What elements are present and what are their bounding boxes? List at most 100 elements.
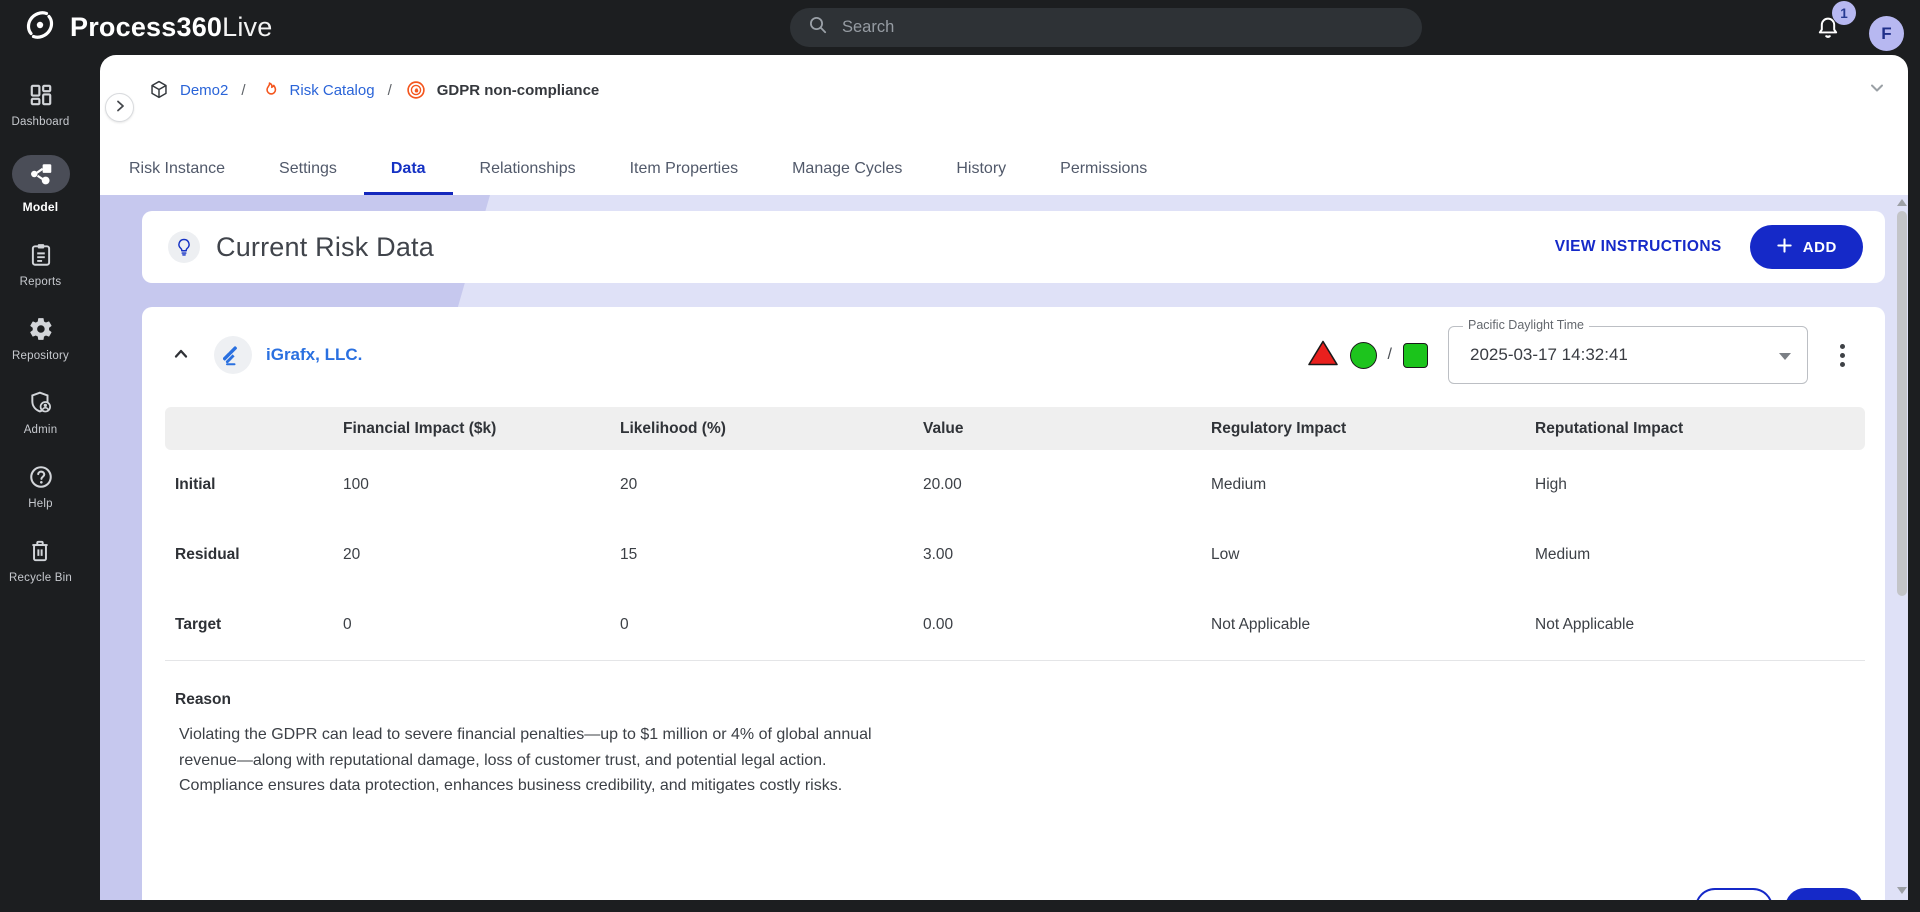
chevron-down-icon: [1868, 85, 1886, 100]
risk-instance-target-icon: [405, 79, 427, 101]
tab-item-properties[interactable]: Item Properties: [603, 143, 765, 195]
reports-icon: [12, 241, 70, 269]
sidebar-item-label: Repository: [12, 350, 69, 362]
cell-regulatory: Medium: [1211, 476, 1535, 494]
add-button-label: ADD: [1803, 239, 1837, 256]
column-header-likelihood: Likelihood (%): [620, 420, 923, 438]
cell-value: 3.00: [923, 546, 1211, 564]
sidebar-item-label: Dashboard: [11, 116, 69, 128]
risk-indicators: /: [1307, 339, 1428, 372]
tab-bar: Risk Instance Settings Data Relationship…: [102, 143, 1174, 195]
scroll-up-arrow-icon[interactable]: [1897, 199, 1907, 206]
secondary-button-partial[interactable]: [1695, 888, 1773, 900]
cell-regulatory: Low: [1211, 546, 1535, 564]
risk-catalog-flame-icon: [259, 80, 280, 101]
brand-text-light: Live: [222, 12, 272, 42]
dropdown-caret-icon: [1779, 353, 1791, 360]
cell-reputational: Medium: [1535, 546, 1865, 564]
sidebar-item-dashboard[interactable]: Dashboard: [11, 81, 69, 128]
table-row-target: Target 0 0 0.00 Not Applicable Not Appli…: [165, 590, 1865, 660]
sidebar-item-recycle-bin[interactable]: Recycle Bin: [9, 537, 72, 584]
notifications-button[interactable]: 1: [1806, 0, 1864, 55]
residual-risk-circle-icon: [1350, 342, 1377, 369]
collapse-header-button[interactable]: [1868, 79, 1886, 100]
risk-table: Financial Impact ($k) Likelihood (%) Val…: [165, 407, 1865, 660]
indicator-separator: /: [1388, 346, 1392, 364]
user-avatar[interactable]: F: [1869, 16, 1904, 51]
row-label: Initial: [165, 476, 343, 494]
sidebar-item-help[interactable]: Help: [12, 463, 70, 510]
sidebar-item-admin[interactable]: Admin: [12, 389, 70, 436]
sidebar: Dashboard Model Reports: [0, 55, 81, 912]
target-risk-square-icon: [1403, 343, 1428, 368]
cell-value: 20.00: [923, 476, 1211, 494]
tab-settings[interactable]: Settings: [252, 143, 364, 195]
cell-financial: 0: [343, 616, 620, 634]
company-link[interactable]: iGrafx, LLC.: [266, 345, 362, 365]
sidebar-item-model[interactable]: Model: [12, 155, 70, 214]
help-icon: [12, 463, 70, 491]
cell-likelihood: 20: [620, 476, 923, 494]
sidebar-item-label: Reports: [20, 276, 62, 288]
primary-button-partial[interactable]: [1785, 888, 1863, 900]
scrollbar-thumb[interactable]: [1897, 211, 1907, 596]
shield-user-icon: [12, 389, 70, 417]
risk-entry-card: iGrafx, LLC. / Pacific Daylight Time: [142, 307, 1885, 900]
tab-manage-cycles[interactable]: Manage Cycles: [765, 143, 929, 195]
brand-atom-icon: [22, 7, 58, 48]
tab-risk-instance[interactable]: Risk Instance: [102, 143, 252, 195]
vertical-scrollbar[interactable]: [1896, 195, 1908, 900]
repository-cube-icon: [148, 79, 170, 101]
cell-financial: 20: [343, 546, 620, 564]
title-actions: VIEW INSTRUCTIONS ADD: [1555, 225, 1863, 269]
tab-data[interactable]: Data: [364, 143, 453, 195]
sidebar-item-label: Help: [28, 498, 52, 510]
gavel-icon: [214, 336, 252, 374]
sidebar-item-label: Model: [23, 200, 59, 214]
risk-entry-header: iGrafx, LLC. / Pacific Daylight Time: [142, 307, 1885, 403]
timezone-label: Pacific Daylight Time: [1463, 318, 1589, 332]
plus-icon: [1776, 237, 1793, 258]
cell-financial: 100: [343, 476, 620, 494]
app-root: Process360Live Search 1 F: [0, 0, 1920, 912]
breadcrumb-item-demo2[interactable]: Demo2: [180, 82, 228, 99]
brand-text-bold: Process360: [70, 12, 222, 42]
sidebar-item-repository[interactable]: Repository: [12, 315, 70, 362]
gear-icon: [12, 315, 70, 343]
search-input[interactable]: Search: [790, 8, 1422, 47]
kebab-dot: [1840, 362, 1845, 367]
chevron-right-icon: [112, 98, 128, 117]
tab-permissions[interactable]: Permissions: [1033, 143, 1174, 195]
breadcrumb-item-risk-catalog[interactable]: Risk Catalog: [290, 82, 375, 99]
sidebar-item-reports[interactable]: Reports: [12, 241, 70, 288]
column-header-regulatory: Regulatory Impact: [1211, 420, 1535, 438]
tab-history[interactable]: History: [929, 143, 1033, 195]
risk-table-header: Financial Impact ($k) Likelihood (%) Val…: [165, 407, 1865, 450]
search-placeholder: Search: [842, 18, 894, 37]
content-scroll-area: Current Risk Data VIEW INSTRUCTIONS ADD: [100, 195, 1908, 900]
reason-text: Violating the GDPR can lead to severe fi…: [179, 722, 879, 799]
more-options-button[interactable]: [1836, 340, 1849, 371]
collapse-entry-button[interactable]: [166, 340, 196, 370]
timestamp-select[interactable]: Pacific Daylight Time 2025-03-17 14:32:4…: [1448, 326, 1808, 384]
cell-reputational: High: [1535, 476, 1865, 494]
tab-relationships[interactable]: Relationships: [453, 143, 603, 195]
breadcrumb: Demo2 / Risk Catalog / GDPR non-complian…: [148, 76, 599, 104]
current-risk-data-card: Current Risk Data VIEW INSTRUCTIONS ADD: [142, 211, 1885, 283]
row-label: Residual: [165, 546, 343, 564]
reason-label: Reason: [175, 691, 1885, 709]
scroll-down-arrow-icon[interactable]: [1897, 887, 1907, 894]
add-button[interactable]: ADD: [1750, 225, 1863, 269]
cell-regulatory: Not Applicable: [1211, 616, 1535, 634]
column-header-value: Value: [923, 420, 1211, 438]
chevron-up-icon: [171, 344, 191, 367]
dashboard-icon: [12, 81, 70, 109]
content-panel: Demo2 / Risk Catalog / GDPR non-complian…: [100, 55, 1908, 900]
page-title: Current Risk Data: [216, 232, 434, 263]
panel-expand-button[interactable]: [105, 93, 134, 122]
trash-icon: [11, 537, 69, 565]
view-instructions-link[interactable]: VIEW INSTRUCTIONS: [1555, 238, 1722, 256]
table-row-initial: Initial 100 20 20.00 Medium High: [165, 450, 1865, 520]
cell-likelihood: 15: [620, 546, 923, 564]
model-icon: [12, 155, 70, 193]
